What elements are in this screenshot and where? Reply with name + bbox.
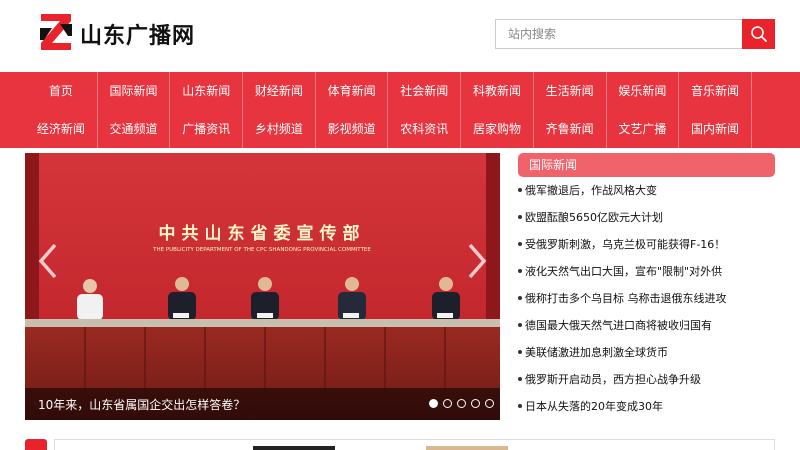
nav-item-row2-5[interactable]: 农科资讯 [388,110,462,148]
news-item[interactable]: 俄军撤退后，作战风格大变 [518,177,775,204]
international-news-panel: 国际新闻 俄军撤退后，作战风格大变 欧盟酝酿5650亿欧元大计划受俄罗斯刺激，乌克… [518,153,775,420]
bullet-icon [518,377,522,381]
search-input[interactable] [495,19,743,49]
nav-item-row2-8[interactable]: 文艺广播 [607,110,680,148]
site-header: 山东广播网 [0,0,800,72]
carousel-dot[interactable] [485,399,494,408]
carousel-dot[interactable] [443,399,452,408]
next-section-panel [54,439,775,450]
news-item[interactable]: 俄罗斯开启动员，西方担心战争升级 [518,366,775,393]
banner-next-arrow[interactable] [462,241,492,281]
news-item-title: 日本从失落的20年变成30年 [525,400,663,413]
nav-item-row1-0[interactable]: 首页 [25,72,98,110]
news-item[interactable]: 美联储激进加息刺激全球货币 [518,339,775,366]
news-item[interactable]: 液化天然气出口大国，宣布"限制"对外供 [518,258,775,285]
banner-prev-arrow[interactable] [33,241,63,281]
nav-item-row1-1[interactable]: 国际新闻 [98,72,171,110]
bullet-icon [518,350,522,354]
nav-item-row1-6[interactable]: 科教新闻 [461,72,534,110]
search-icon [751,26,767,42]
news-item-title: 俄称打击多个乌目标 乌称击退俄东线进攻 [525,292,727,305]
nav-item-row2-0[interactable]: 经济新闻 [25,110,98,148]
carousel-dot[interactable] [457,399,466,408]
nav-item-row1-3[interactable]: 财经新闻 [243,72,316,110]
carousel-dot[interactable] [471,399,480,408]
search-button[interactable] [742,19,775,49]
bullet-icon [518,215,522,219]
news-item-title: 受俄罗斯刺激，乌克兰极可能获得F-16！ [525,238,726,251]
bullet-icon [518,242,522,246]
nav-item-row2-4[interactable]: 影视频道 [316,110,389,148]
banner-caption[interactable]: 10年来，山东省属国企交出怎样答卷？ [38,396,245,413]
search-bar [495,19,775,49]
nav-item-row2-3[interactable]: 乡村频道 [243,110,316,148]
news-item[interactable]: 俄称打击多个乌目标 乌称击退俄东线进攻 [518,285,775,312]
nav-item-row1-8[interactable]: 娱乐新闻 [607,72,680,110]
banner-caption-bar: 10年来，山东省属国企交出怎样答卷？ [25,388,500,420]
section-thumbnail[interactable] [253,446,335,450]
nav-item-row1-9[interactable]: 音乐新闻 [679,72,752,110]
news-item[interactable]: 受俄罗斯刺激，乌克兰极可能获得F-16！ [518,231,775,258]
news-item[interactable]: 欧盟酝酿5650亿欧元大计划 [518,204,775,231]
logo-icon[interactable] [38,12,74,52]
nav-row-2: 经济新闻 交通频道 广播资讯 乡村频道 影视频道 农科资讯 居家购物 齐鲁新闻 文艺广播 国内新闻 [25,110,775,148]
banner-image: 中共山东省委宣传部 THE PUBLICITY DEPARTMENT OF TH… [25,153,500,420]
nav-item-row1-4[interactable]: 体育新闻 [316,72,389,110]
nav-item-row2-1[interactable]: 交通频道 [98,110,171,148]
news-item-title: 美联储激进加息刺激全球货币 [525,346,668,359]
nav-item-row2-9[interactable]: 国内新闻 [679,110,752,148]
news-item-title: 欧盟酝酿5650亿欧元大计划 [525,211,663,224]
banner-carousel[interactable]: 中共山东省委宣传部 THE PUBLICITY DEPARTMENT OF TH… [25,153,500,420]
news-list: 俄军撤退后，作战风格大变 欧盟酝酿5650亿欧元大计划受俄罗斯刺激，乌克兰极可能获… [518,177,775,420]
banner-backdrop-title: 中共山东省委宣传部 [159,223,366,244]
news-item-title: 德国最大俄天然气进口商将被收归国有 [525,319,712,332]
bullet-icon [518,269,522,273]
news-item[interactable]: 德国最大俄天然气进口商将被收归国有 [518,312,775,339]
news-panel-title[interactable]: 国际新闻 [518,153,775,177]
bullet-icon [518,404,522,408]
news-item[interactable]: 日本从失落的20年变成30年 [518,393,775,420]
section-thumbnail[interactable] [426,446,508,450]
logo-text[interactable]: 山东广播网 [80,18,195,50]
bullet-icon [518,296,522,300]
news-item-title: 液化天然气出口大国，宣布"限制"对外供 [525,265,723,278]
banner-backdrop-subtitle: THE PUBLICITY DEPARTMENT OF THE CPC SHAN… [152,247,371,253]
main-nav: 首页 国际新闻 山东新闻 财经新闻 体育新闻 社会新闻 科教新闻 生活新闻 娱乐新闻 音乐新闻 经… [0,72,800,148]
nav-item-row2-6[interactable]: 居家购物 [461,110,534,148]
bullet-icon [518,188,522,192]
nav-row-1: 首页 国际新闻 山东新闻 财经新闻 体育新闻 社会新闻 科教新闻 生活新闻 娱乐新闻 音乐新闻 [25,72,775,110]
carousel-dots [429,399,494,408]
news-item-title: 俄军撤退后，作战风格大变 [525,184,657,197]
bullet-icon [518,323,522,327]
nav-item-row1-2[interactable]: 山东新闻 [170,72,244,110]
nav-item-row2-2[interactable]: 广播资讯 [170,110,244,148]
nav-item-row1-7[interactable]: 生活新闻 [534,72,607,110]
carousel-dot[interactable] [429,399,438,408]
section-marker [25,439,47,450]
nav-item-row2-7[interactable]: 齐鲁新闻 [534,110,607,148]
news-item-title: 俄罗斯开启动员，西方担心战争升级 [525,373,701,386]
nav-item-row1-5[interactable]: 社会新闻 [388,72,462,110]
